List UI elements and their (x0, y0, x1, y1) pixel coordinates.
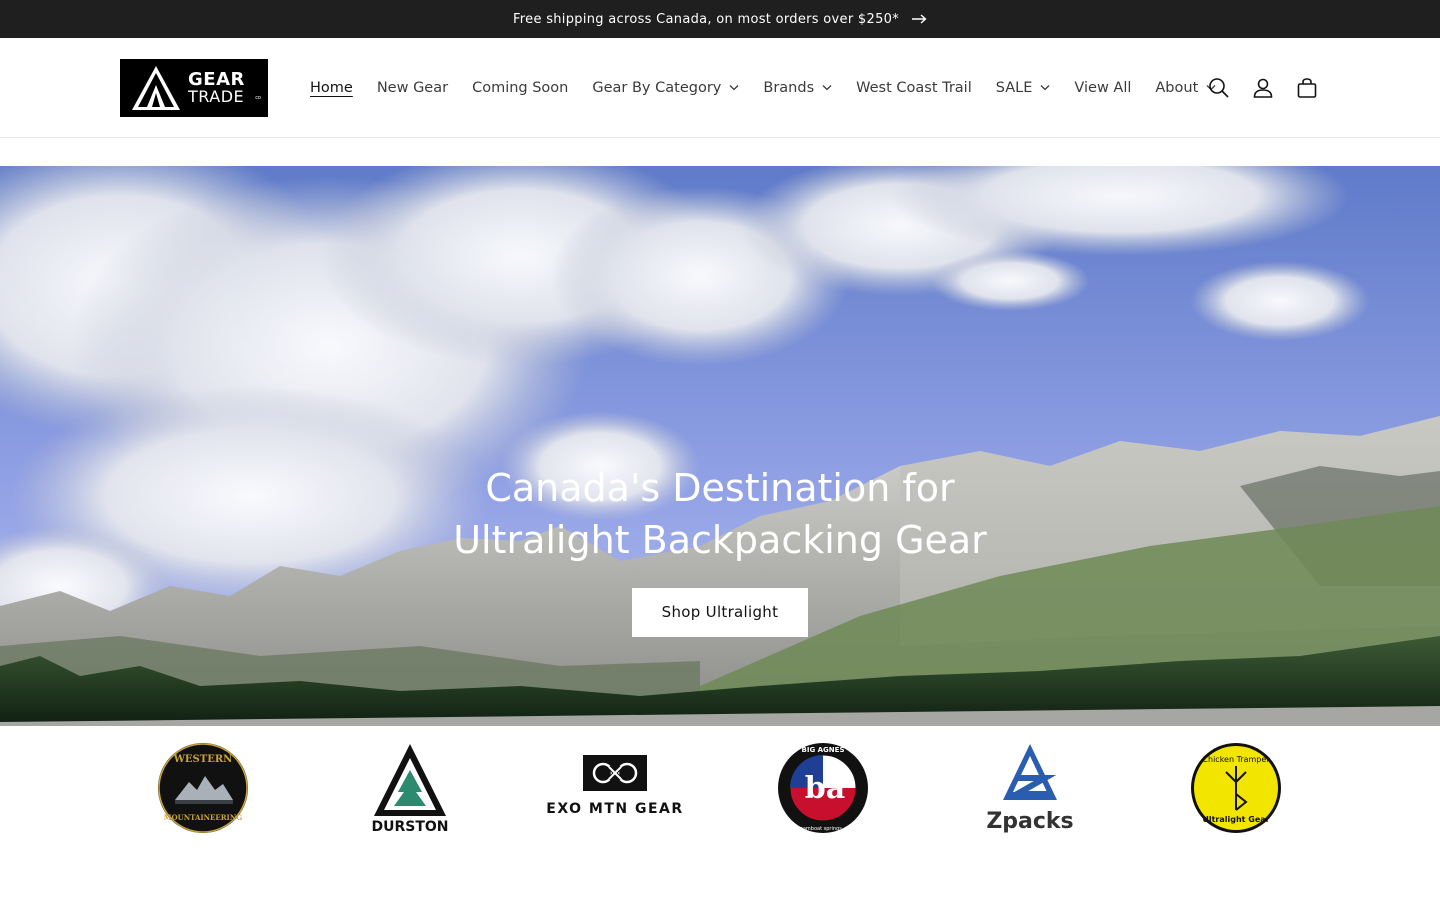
durston-text: DURSTON (371, 819, 448, 834)
nav-sale[interactable]: SALE (984, 68, 1063, 108)
search-icon (1209, 77, 1229, 98)
brand-logo-exo-mtn-gear[interactable]: EXO MTN GEAR (543, 740, 687, 836)
chevron-down-icon (1040, 85, 1050, 91)
big-agnes-text: BIG AGNES (802, 746, 845, 754)
brand-logo-durston[interactable]: DURSTON (370, 740, 450, 836)
exo-text: EXO MTN GEAR (546, 801, 683, 817)
announcement-text: Free shipping across Canada, on most ord… (512, 11, 900, 27)
account-icon (1253, 78, 1273, 98)
brand-logo-western-mountaineering[interactable]: WESTERN MOUNTAINEERING (157, 740, 249, 836)
nav-gear-by-category[interactable]: Gear By Category (580, 68, 751, 108)
zpacks-logo: Zpacks (987, 744, 1073, 834)
shop-ultralight-button[interactable]: Shop Ultralight (631, 588, 809, 637)
hero-title: Canada's Destination for Ultralight Back… (453, 466, 987, 562)
chicken-tramper-logo: Chicken Tramper Ultralight Gear (1191, 743, 1281, 833)
search-button[interactable] (1204, 73, 1234, 103)
brand-logo-chicken-tramper[interactable]: Chicken Tramper Ultralight Gear (1190, 740, 1282, 836)
hero-mountain-image (0, 166, 1440, 726)
announcement-bar[interactable]: Free shipping across Canada, on most ord… (0, 0, 1440, 38)
mountaineering-text: MOUNTAINEERING (164, 813, 242, 822)
chevron-down-icon (729, 85, 739, 91)
cart-button[interactable] (1292, 73, 1322, 103)
nav-new-gear[interactable]: New Gear (365, 68, 460, 108)
arrow-right-icon (912, 14, 927, 24)
western-text: WESTERN (173, 754, 233, 765)
logo-text-trade: TRADE (188, 86, 245, 106)
site-header: GEAR TRADE co Home New Gear Coming Soon … (0, 38, 1440, 138)
hero-content: Canada's Destination for Ultralight Back… (0, 462, 1440, 637)
nav-coming-soon[interactable]: Coming Soon (460, 68, 580, 108)
big-agnes-logo: ba BIG AGNES steamboat springs, co (778, 743, 868, 833)
brand-logos-row: WESTERN MOUNTAINEERING DURSTON EXO MTN G… (0, 726, 1440, 856)
brand-logo-zpacks[interactable]: Zpacks (987, 740, 1073, 836)
brand-logo-big-agnes[interactable]: ba BIG AGNES steamboat springs, co (777, 740, 869, 836)
header-icons (1204, 38, 1322, 137)
account-button[interactable] (1248, 73, 1278, 103)
cart-icon (1297, 77, 1317, 98)
ba-mark-text: ba (805, 771, 845, 806)
logo-text-gear: GEAR (188, 68, 245, 90)
ultralight-gear-text: Ultralight Gear (1202, 815, 1269, 824)
nav-home[interactable]: Home (298, 68, 365, 108)
nav-brands[interactable]: Brands (751, 68, 844, 108)
chicken-tramper-text: Chicken Tramper (1202, 755, 1270, 764)
steamboat-text: steamboat springs, co (795, 826, 851, 832)
nav-west-coast-trail[interactable]: West Coast Trail (844, 68, 984, 108)
tent-logo-icon (132, 65, 180, 110)
logo-text-co: co (255, 94, 261, 101)
main-nav: Home New Gear Coming Soon Gear By Catego… (298, 38, 1228, 137)
nav-view-all[interactable]: View All (1062, 68, 1143, 108)
zpacks-text: Zpacks (987, 809, 1073, 834)
chevron-down-icon (822, 85, 832, 91)
hero-banner: Canada's Destination for Ultralight Back… (0, 166, 1440, 726)
durston-logo: DURSTON (371, 744, 449, 834)
site-logo[interactable]: GEAR TRADE co (120, 58, 268, 117)
western-mountaineering-logo: WESTERN MOUNTAINEERING (158, 743, 248, 833)
exo-mtn-gear-logo: EXO MTN GEAR (546, 755, 683, 817)
